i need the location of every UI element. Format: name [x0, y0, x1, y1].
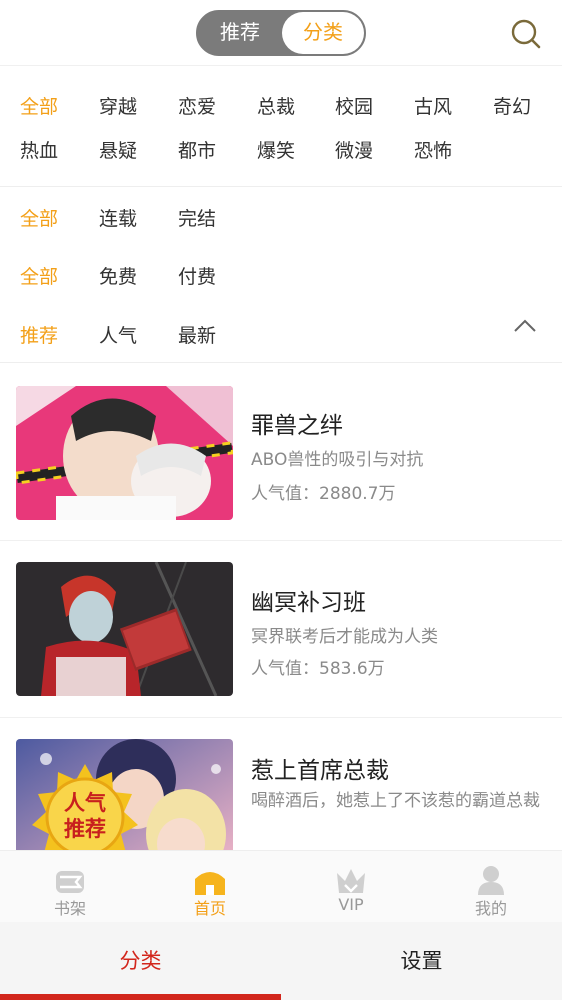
search-icon[interactable]	[510, 18, 542, 50]
badge-text: 人气推荐	[64, 791, 106, 841]
filter-status-all[interactable]: 全部	[20, 204, 58, 231]
book-title[interactable]: 幽冥补习班	[251, 583, 366, 617]
tab-home[interactable]: 首页	[140, 851, 280, 923]
sort-recommend[interactable]: 推荐	[20, 321, 58, 348]
sort-newest[interactable]: 最新	[178, 321, 216, 348]
filter-genre-ancient[interactable]: 古风	[414, 92, 452, 119]
book-cover[interactable]	[16, 386, 233, 520]
segment-recommend[interactable]: 推荐	[198, 12, 282, 54]
filter-status-ongoing[interactable]: 连载	[99, 204, 137, 231]
filter-genre-urban[interactable]: 都市	[178, 136, 216, 163]
filter-price-paid[interactable]: 付费	[178, 262, 216, 289]
book-title[interactable]: 罪兽之绊	[251, 406, 343, 440]
filter-status-complete[interactable]: 完结	[178, 204, 216, 231]
filter-genre-time-travel[interactable]: 穿越	[99, 92, 137, 119]
filter-genre-romance[interactable]: 恋爱	[178, 92, 216, 119]
filter-price-free[interactable]: 免费	[99, 262, 137, 289]
user-icon	[478, 866, 504, 895]
active-indicator	[0, 994, 281, 1000]
app-page: 推荐 分类 全部 穿越 恋爱 总裁 校园 古风 奇幻 热血 悬疑 都市 爆笑 微…	[0, 0, 562, 1000]
book-cover[interactable]	[16, 562, 233, 696]
filter-genre-fantasy[interactable]: 奇幻	[493, 92, 531, 119]
segment-category[interactable]: 分类	[282, 12, 364, 54]
book-item[interactable]: 罪兽之绊 ABO兽性的吸引与对抗 人气值：2880.7万	[0, 364, 562, 540]
home-icon	[195, 872, 225, 895]
divider	[0, 362, 562, 363]
bottom-action-bar: 分类 设置	[0, 922, 562, 1000]
filter-genre-mystery[interactable]: 悬疑	[99, 136, 137, 163]
filter-genre-horror[interactable]: 恐怖	[414, 136, 452, 163]
tab-vip[interactable]: VIP	[281, 851, 421, 923]
divider	[0, 186, 562, 187]
book-title[interactable]: 惹上首席总裁	[251, 751, 389, 785]
book-description: 冥界联考后才能成为人类	[251, 627, 438, 647]
tab-label: 我的	[474, 899, 507, 918]
book-item[interactable]: 幽冥补习班 冥界联考后才能成为人类 人气值：583.6万	[0, 541, 562, 717]
filter-price-all[interactable]: 全部	[20, 262, 58, 289]
tab-label: VIP	[338, 895, 364, 914]
category-button[interactable]: 分类	[0, 922, 281, 1000]
tab-label: 首页	[193, 899, 226, 918]
filter-genre-campus[interactable]: 校园	[335, 92, 373, 119]
filter-genre-micro[interactable]: 微漫	[335, 136, 373, 163]
filter-genre-comedy[interactable]: 爆笑	[257, 136, 295, 163]
tab-label: 书架	[53, 899, 86, 918]
bookshelf-icon	[56, 871, 84, 893]
bottom-tab-bar: 书架 首页 VIP 我的	[0, 850, 562, 922]
sort-popular[interactable]: 人气	[99, 321, 137, 348]
settings-button[interactable]: 设置	[281, 922, 562, 1000]
top-header: 推荐 分类	[0, 0, 562, 66]
cover-image	[16, 386, 233, 520]
chevron-up-icon[interactable]	[512, 316, 538, 336]
book-description: ABO兽性的吸引与对抗	[251, 450, 424, 470]
tab-bookshelf[interactable]: 书架	[0, 851, 140, 923]
recommend-category-toggle[interactable]: 推荐 分类	[196, 10, 366, 56]
cover-image	[16, 562, 233, 696]
tab-profile[interactable]: 我的	[421, 851, 561, 923]
book-popularity: 人气值：2880.7万	[251, 484, 396, 504]
filter-genre-ceo[interactable]: 总裁	[257, 92, 295, 119]
book-popularity: 人气值：583.6万	[251, 659, 385, 679]
filter-genre-all[interactable]: 全部	[20, 92, 58, 119]
book-description: 喝醉酒后，她惹上了不该惹的霸道总裁	[251, 791, 540, 811]
filter-genre-action[interactable]: 热血	[20, 136, 58, 163]
crown-icon	[337, 869, 365, 893]
